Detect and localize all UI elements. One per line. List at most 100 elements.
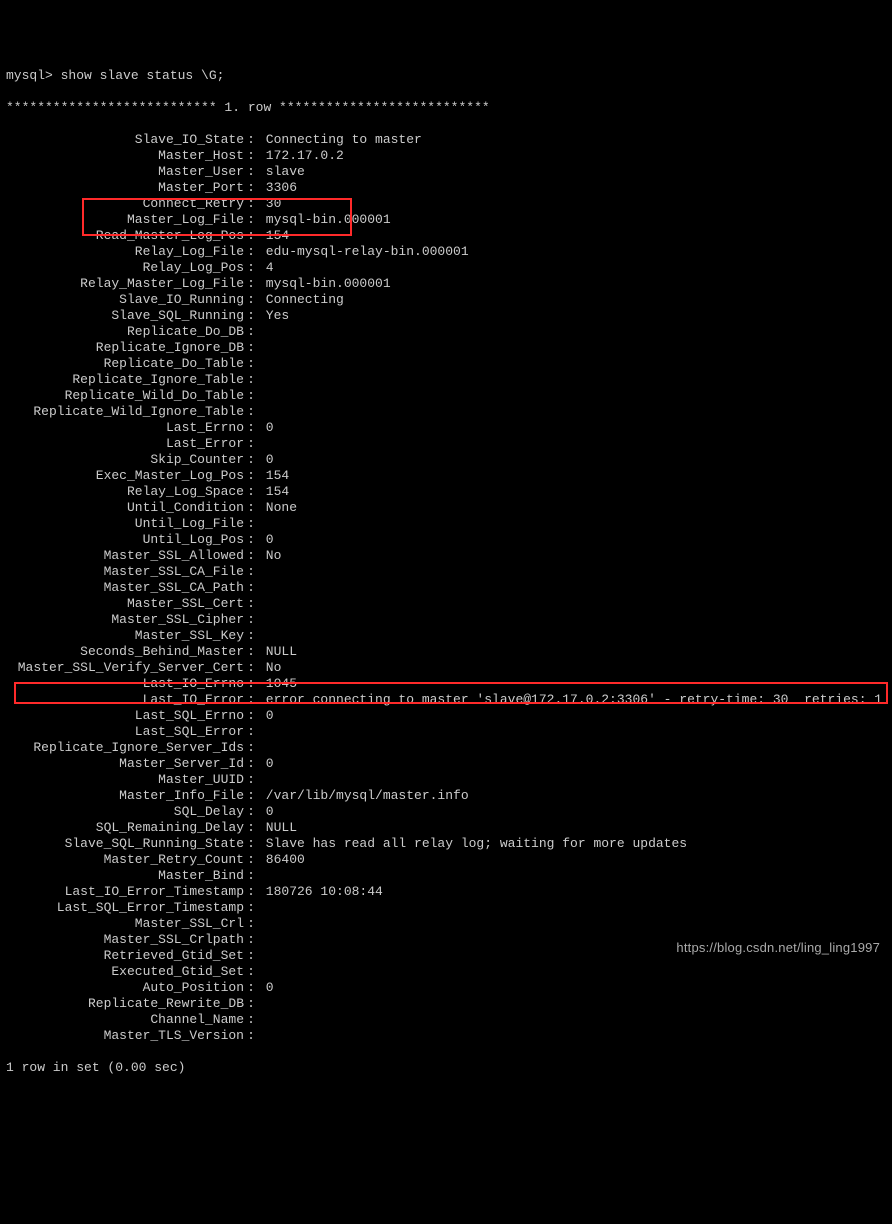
row-sep: : [244,180,258,196]
row-value [258,932,266,947]
row-sep: : [244,564,258,580]
row-sep: : [244,1012,258,1028]
row-label: Read_Master_Log_Pos [6,228,244,244]
row-label: Until_Log_Pos [6,532,244,548]
status-row-until_log_file: Until_Log_File: [6,516,886,532]
row-label: Master_Log_File [6,212,244,228]
row-label: Skip_Counter [6,452,244,468]
row-sep: : [244,788,258,804]
row-label: Replicate_Ignore_Server_Ids [6,740,244,756]
row-value [258,996,266,1011]
result-header: *************************** 1. row *****… [6,100,886,116]
row-value [258,516,266,531]
row-label: Auto_Position [6,980,244,996]
row-value: error connecting to master 'slave@172.17… [258,692,882,707]
status-row-master_log_file: Master_Log_File: mysql-bin.000001 [6,212,886,228]
row-label: Master_TLS_Version [6,1028,244,1044]
row-value: 86400 [258,852,305,867]
row-label: Master_Server_Id [6,756,244,772]
status-row-read_master_log_pos: Read_Master_Log_Pos: 154 [6,228,886,244]
row-sep: : [244,468,258,484]
row-value: Connecting to master [258,132,422,147]
row-value: 180726 10:08:44 [258,884,383,899]
row-sep: : [244,820,258,836]
row-value: 0 [258,420,274,435]
row-label: Until_Condition [6,500,244,516]
status-row-relay_log_pos: Relay_Log_Pos: 4 [6,260,886,276]
row-label: Slave_IO_Running [6,292,244,308]
row-sep: : [244,260,258,276]
row-label: Master_SSL_Key [6,628,244,644]
row-value [258,1028,266,1043]
watermark: https://blog.csdn.net/ling_ling1997 [676,940,880,956]
row-sep: : [244,836,258,852]
row-value: NULL [258,820,297,835]
row-label: Master_SSL_Cipher [6,612,244,628]
row-value: mysql-bin.000001 [258,212,391,227]
row-sep: : [244,148,258,164]
status-row-sql_remaining_delay: SQL_Remaining_Delay: NULL [6,820,886,836]
row-value [258,916,266,931]
row-label: Relay_Log_Pos [6,260,244,276]
row-sep: : [244,388,258,404]
status-rows: Slave_IO_State: Connecting to masterMast… [6,132,886,1044]
status-row-master_host: Master_Host: 172.17.0.2 [6,148,886,164]
status-row-master_port: Master_Port: 3306 [6,180,886,196]
row-label: Exec_Master_Log_Pos [6,468,244,484]
status-row-replicate_rewrite_db: Replicate_Rewrite_DB: [6,996,886,1012]
row-value: 0 [258,708,274,723]
row-sep: : [244,324,258,340]
row-value: edu-mysql-relay-bin.000001 [258,244,469,259]
row-value: Yes [258,308,289,323]
status-row-seconds_behind_master: Seconds_Behind_Master: NULL [6,644,886,660]
row-label: Seconds_Behind_Master [6,644,244,660]
row-label: Last_Error [6,436,244,452]
status-row-last_io_error: Last_IO_Error: error connecting to maste… [6,692,886,708]
status-row-replicate_ignore_server_ids: Replicate_Ignore_Server_Ids: [6,740,886,756]
row-value [258,612,266,627]
status-row-slave_io_state: Slave_IO_State: Connecting to master [6,132,886,148]
row-label: Last_SQL_Error_Timestamp [6,900,244,916]
row-sep: : [244,692,258,708]
row-sep: : [244,244,258,260]
row-value [258,340,266,355]
row-value: 0 [258,452,274,467]
row-value [258,868,266,883]
row-value: 3306 [258,180,297,195]
status-row-slave_sql_running: Slave_SQL_Running: Yes [6,308,886,324]
status-row-master_ssl_crl: Master_SSL_Crl: [6,916,886,932]
row-label: Slave_IO_State [6,132,244,148]
row-sep: : [244,868,258,884]
status-row-master_server_id: Master_Server_Id: 0 [6,756,886,772]
row-sep: : [244,372,258,388]
row-label: Last_IO_Errno [6,676,244,692]
row-label: Relay_Log_File [6,244,244,260]
row-sep: : [244,612,258,628]
row-label: Connect_Retry [6,196,244,212]
row-label: SQL_Remaining_Delay [6,820,244,836]
row-sep: : [244,292,258,308]
row-sep: : [244,404,258,420]
row-value: No [258,548,281,563]
status-row-last_sql_errno: Last_SQL_Errno: 0 [6,708,886,724]
status-row-replicate_wild_ignore_table: Replicate_Wild_Ignore_Table: [6,404,886,420]
status-row-exec_master_log_pos: Exec_Master_Log_Pos: 154 [6,468,886,484]
row-value: NULL [258,644,297,659]
status-row-sql_delay: SQL_Delay: 0 [6,804,886,820]
row-value [258,900,266,915]
row-sep: : [244,580,258,596]
row-value: 154 [258,228,289,243]
row-label: Last_SQL_Errno [6,708,244,724]
row-value: 1045 [258,676,297,691]
status-row-master_user: Master_User: slave [6,164,886,180]
status-row-slave_sql_running_state: Slave_SQL_Running_State: Slave has read … [6,836,886,852]
row-label: Last_SQL_Error [6,724,244,740]
status-row-master_info_file: Master_Info_File: /var/lib/mysql/master.… [6,788,886,804]
row-sep: : [244,196,258,212]
row-label: Master_SSL_Allowed [6,548,244,564]
status-row-master_ssl_allowed: Master_SSL_Allowed: No [6,548,886,564]
status-row-until_condition: Until_Condition: None [6,500,886,516]
row-label: Master_Host [6,148,244,164]
row-label: Until_Log_File [6,516,244,532]
row-value [258,404,266,419]
